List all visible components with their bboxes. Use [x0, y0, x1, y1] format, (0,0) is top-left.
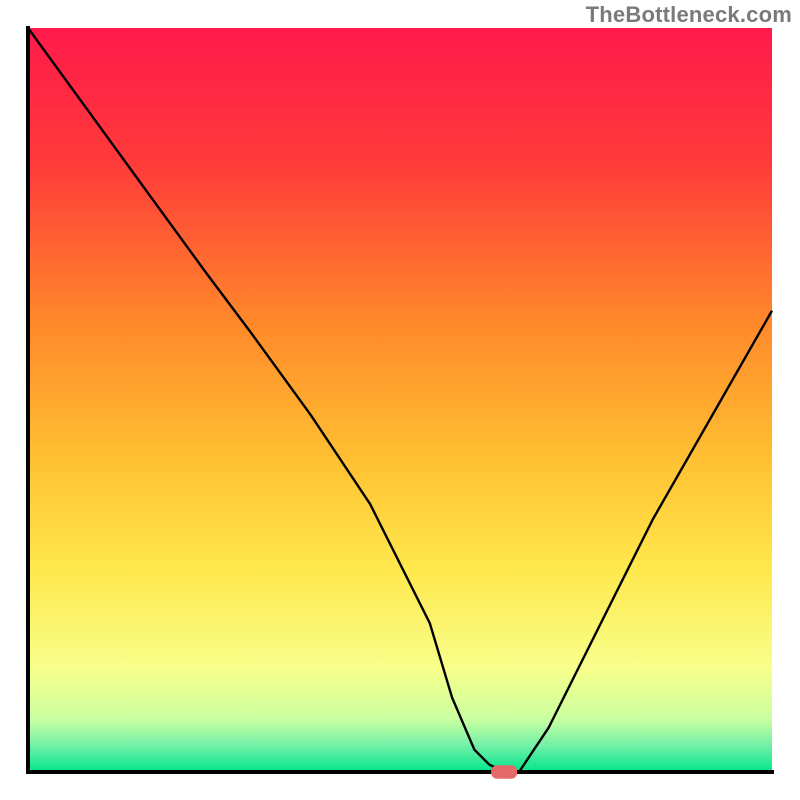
- bottleneck-chart: [0, 0, 800, 800]
- chart-stage: TheBottleneck.com: [0, 0, 800, 800]
- optimal-point-marker: [491, 765, 517, 778]
- plot-background: [28, 28, 772, 772]
